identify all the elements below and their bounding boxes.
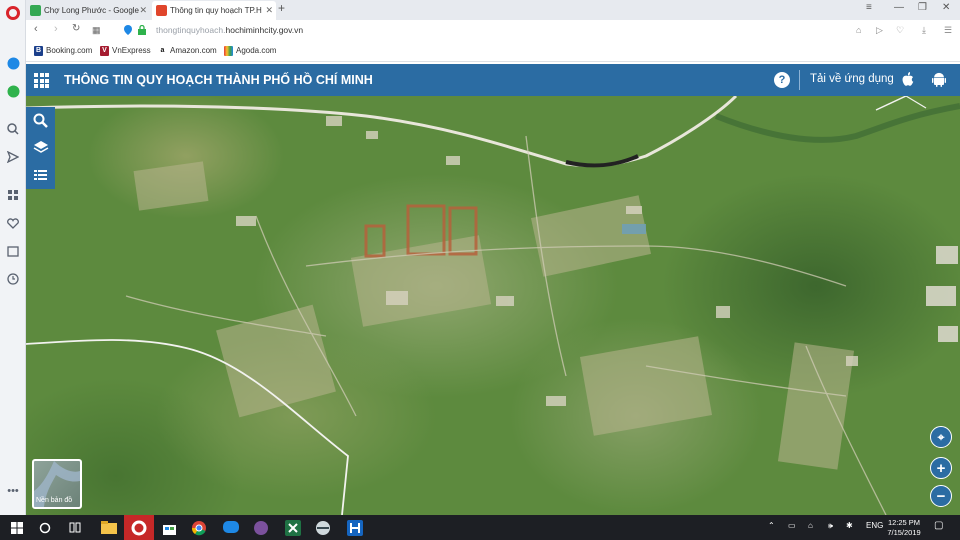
tab-bar: Chợ Long Phước - Google ✕ Thông tin quy … xyxy=(26,0,960,20)
new-tab-button[interactable]: + xyxy=(278,1,285,15)
show-hidden-icons[interactable]: ⌃ xyxy=(768,521,775,530)
zoom-out-button[interactable]: − xyxy=(930,485,952,507)
cortana-icon[interactable] xyxy=(36,519,53,536)
bookmark-amazon[interactable]: a Amazon.com xyxy=(158,46,217,56)
back-icon[interactable]: ‹ xyxy=(34,23,38,35)
url-domain: hochiminhcity.gov.vn xyxy=(225,25,304,35)
tab-quy-hoach[interactable]: Thông tin quy hoạch TP.H ✕ xyxy=(152,1,276,20)
close-tab-icon[interactable]: ✕ xyxy=(265,1,273,20)
satellite-map[interactable]: Nền bản đồ ⌖ + − xyxy=(26,96,960,515)
taskbar-app2-icon[interactable] xyxy=(340,515,370,540)
zoom-in-button[interactable]: + xyxy=(930,457,952,479)
whatsapp-icon[interactable] xyxy=(6,84,20,98)
site-header: THÔNG TIN QUY HOẠCH THÀNH PHỐ HỒ CHÍ MIN… xyxy=(26,64,960,96)
basemap-switcher[interactable]: Nền bản đồ xyxy=(32,459,82,509)
address-bar: ‹ › ↻ ▦ thongtinquyhoach.hochiminhcity.g… xyxy=(26,20,960,42)
windows-taskbar: ⌃ ▭ ⌂ 🕪 ✱ ENG 12:25 PM 7/15/2019 ▢ xyxy=(0,515,960,540)
taskbar-opera-icon[interactable] xyxy=(124,515,154,540)
close-window-icon[interactable]: ✕ xyxy=(942,2,950,13)
camera-icon[interactable]: ⌂ xyxy=(856,25,861,35)
network-icon[interactable]: ⌂ xyxy=(808,521,813,530)
bookmark-label: Agoda.com xyxy=(236,46,277,55)
taskbar-zalo-icon[interactable] xyxy=(216,515,246,540)
history-icon[interactable] xyxy=(6,272,20,286)
map-overlay xyxy=(26,96,960,515)
taskbar-excel-icon[interactable] xyxy=(278,515,308,540)
close-tab-icon[interactable]: ✕ xyxy=(139,1,147,20)
tab-google-maps[interactable]: Chợ Long Phước - Google ✕ xyxy=(26,1,150,20)
volume-icon[interactable]: 🕪 xyxy=(828,521,833,531)
send-to-icon[interactable]: ▷ xyxy=(876,25,883,36)
url-field[interactable]: thongtinquyhoach.hochiminhcity.gov.vn xyxy=(156,25,303,35)
google-maps-favicon-icon xyxy=(30,5,41,16)
amazon-icon: a xyxy=(158,46,167,56)
location-pin-icon xyxy=(124,25,132,38)
booking-icon: B xyxy=(34,46,43,56)
header-divider xyxy=(799,70,800,90)
taskbar-app-icon[interactable] xyxy=(308,515,338,540)
url-subdomain: thongtinquyhoach. xyxy=(156,25,226,35)
messenger-icon[interactable] xyxy=(6,56,20,70)
site-favicon-icon xyxy=(156,5,167,16)
taskbar-viber-icon[interactable] xyxy=(246,515,276,540)
bookmark-vnexpress[interactable]: V VnExpress xyxy=(100,46,151,56)
news-icon[interactable] xyxy=(6,244,20,258)
agoda-icon xyxy=(224,46,233,56)
send-icon[interactable] xyxy=(6,150,20,164)
apple-icon[interactable] xyxy=(902,72,914,86)
taskbar-chrome-icon[interactable] xyxy=(184,515,214,540)
bookmark-agoda[interactable]: Agoda.com xyxy=(224,46,277,56)
forward-icon[interactable]: › xyxy=(54,23,58,35)
clock-time: 12:25 PM xyxy=(887,518,921,527)
snapshot-icon[interactable] xyxy=(6,122,20,136)
maximize-icon[interactable]: ❐ xyxy=(918,2,927,13)
task-view-icon[interactable] xyxy=(66,519,83,536)
opera-sidebar: ••• xyxy=(0,0,26,515)
bookmark-label: Amazon.com xyxy=(170,46,217,55)
download-icon[interactable]: ⤓ xyxy=(922,25,926,36)
bookmark-label: Booking.com xyxy=(46,46,93,55)
legend-icon[interactable] xyxy=(26,161,55,188)
layers-icon[interactable] xyxy=(26,134,55,161)
easy-setup-icon[interactable]: ☰ xyxy=(944,25,952,36)
opera-logo-icon[interactable] xyxy=(6,6,20,20)
vnexpress-icon: V xyxy=(100,46,109,56)
apps-grid-icon[interactable] xyxy=(34,73,49,88)
speed-dial-icon[interactable] xyxy=(6,188,20,202)
tab-title: Chợ Long Phước - Google xyxy=(44,6,140,15)
bookmark-label: VnExpress xyxy=(112,46,151,55)
taskbar-store-icon[interactable] xyxy=(154,515,184,540)
basemap-label: Nền bản đồ xyxy=(36,497,73,504)
download-app-label: Tải về ứng dụng xyxy=(810,73,894,85)
heart-icon[interactable] xyxy=(6,216,20,230)
reload-icon[interactable]: ↻ xyxy=(72,23,80,34)
taskbar-explorer-icon[interactable] xyxy=(94,515,124,540)
clock-date: 7/15/2019 xyxy=(887,528,921,537)
site-title: THÔNG TIN QUY HOẠCH THÀNH PHỐ HỒ CHÍ MIN… xyxy=(64,73,373,87)
tab-title: Thông tin quy hoạch TP.H xyxy=(170,6,262,15)
tab-menu-icon[interactable]: ≡ xyxy=(866,2,872,13)
notifications-icon[interactable]: ▢ xyxy=(934,520,943,531)
android-icon[interactable] xyxy=(932,72,946,87)
windows-start-icon[interactable] xyxy=(8,519,25,536)
bookmarks-bar: B Booking.com V VnExpress a Amazon.com A… xyxy=(26,42,960,62)
locate-me-icon[interactable]: ⌖ xyxy=(930,426,952,448)
language-indicator[interactable]: ENG xyxy=(866,521,883,530)
bookmark-booking[interactable]: B Booking.com xyxy=(34,46,93,56)
battery-icon[interactable]: ▭ xyxy=(788,521,796,530)
secure-lock-icon[interactable] xyxy=(138,24,146,38)
help-icon[interactable]: ? xyxy=(774,72,790,88)
tray-app-icon[interactable]: ✱ xyxy=(846,521,853,530)
minimize-icon[interactable]: — xyxy=(894,2,904,13)
search-icon[interactable] xyxy=(26,107,55,134)
more-icon[interactable]: ••• xyxy=(6,484,20,498)
system-clock[interactable]: 12:25 PM 7/15/2019 xyxy=(882,518,926,538)
map-tool-panel xyxy=(26,107,55,189)
tabs-grid-icon[interactable]: ▦ xyxy=(92,25,101,36)
bookmark-heart-icon[interactable]: ♡ xyxy=(896,25,904,36)
